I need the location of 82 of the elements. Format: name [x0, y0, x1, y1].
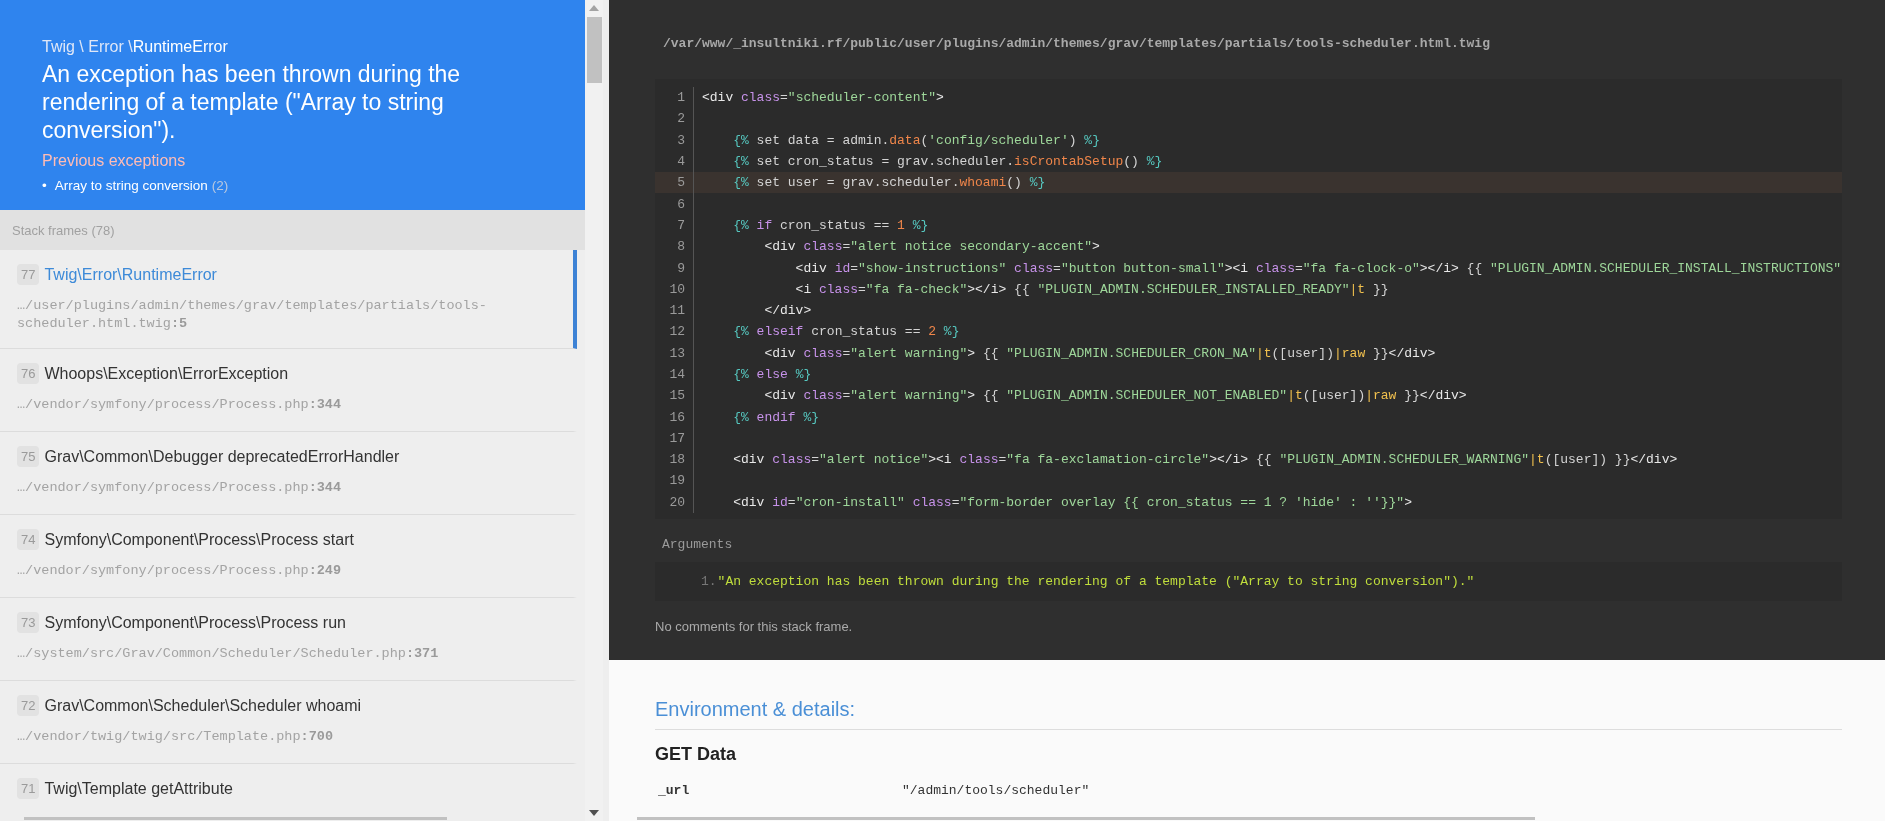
frame-title: Whoops\Exception\ErrorException [44, 364, 289, 383]
code-line: {% set cron_status = grav.scheduler.isCrontabSetup() %} [732, 154, 1163, 170]
comments-text: No comments for this stack frame. [655, 618, 854, 634]
data-key: _url [655, 783, 902, 798]
frame-file-path: …/vendor/symfony/process/Process.php:344 [17, 479, 343, 497]
stack-frame[interactable]: 76 Whoops\Exception\ErrorException …/vendor/symfony/process/Process.php:344 [0, 349, 577, 432]
frame-number: 74 [17, 529, 40, 550]
code-line: <div id="cron-install" class="form-border overlay {{ cron_status == 1 ? 'hide' : ''}}"> [732, 494, 1412, 510]
code-line: <div class="alert notice secondary-accent"> [763, 239, 1100, 255]
scrollbar-thumb[interactable] [586, 17, 602, 83]
argument-number: 1. [701, 573, 717, 589]
line-number: 9 [655, 257, 694, 279]
frame-title: Twig\Template getAttribute [44, 779, 233, 798]
code-line: <div id="show-instructions" class="button button-small"><i class="fa fa-clock-o"></i> {{ "PLUGIN_ADMIN.SCHEDULER_INSTALL_INSTRUCTIONS" [794, 260, 1842, 276]
line-number: 1 [655, 87, 694, 109]
code-line: {% set data = admin.data('config/scheduler') %} [732, 132, 1100, 148]
code-line: {% if cron_status == 1 %} [732, 217, 929, 233]
code-line: <div class="alert warning"> {{ "PLUGIN_ADMIN.SCHEDULER_NOT_ENABLED"|t([user])|raw }}</div> [763, 388, 1467, 404]
line-number: 2 [655, 108, 694, 130]
stack-frame[interactable]: 72 Grav\Common\Scheduler\Scheduler whoami …/vendor/twig/twig/src/Template.php:700 [0, 681, 577, 764]
arguments-label: Arguments [661, 536, 734, 552]
data-table-title: GET Data [655, 744, 738, 765]
code-line: {% elseif cron_status == 2 %} [732, 324, 960, 340]
line-number: 5 [655, 172, 694, 194]
line-number: 13 [655, 342, 694, 364]
frame-number: 75 [17, 446, 40, 467]
code-line: <div class="scheduler-content"> [701, 90, 944, 106]
stack-frame[interactable]: 75 Grav\Common\Debugger deprecatedErrorHandler …/vendor/symfony/process/Process.php:344 [0, 432, 577, 515]
line-number: 12 [655, 321, 694, 343]
code-line: {% else %} [732, 367, 812, 382]
scroll-down-icon[interactable] [589, 810, 599, 816]
horizontal-scrollbar-thumb[interactable] [24, 817, 447, 820]
line-number: 3 [655, 129, 694, 151]
line-number: 20 [655, 491, 694, 513]
line-number: 10 [655, 278, 694, 300]
line-number: 16 [655, 406, 694, 428]
line-number: 14 [655, 363, 694, 386]
previous-exception-count: (2) [211, 178, 229, 193]
frame-title: Grav\Common\Scheduler\Scheduler whoami [44, 696, 362, 715]
argument-value: "An exception has been thrown during the rendering of a template ("Array to string conversion")." [717, 573, 1475, 589]
frame-file-path: …/vendor/symfony/process/Process.php:249 [17, 562, 343, 580]
line-number: 18 [655, 449, 694, 471]
exception-message: An exception has been thrown during the rendering of a template ("Array to string conversion"). [42, 60, 462, 144]
frame-file-path: …/system/src/Grav/Common/Scheduler/Scheduler.php:371 [17, 645, 440, 663]
line-number: 15 [655, 385, 694, 407]
stack-frames-label: Stack frames (78) [12, 222, 115, 238]
frame-file-path: …/user/plugins/admin/themes/grav/templates/partials/tools-scheduler.html.twig:5 [17, 297, 488, 333]
frame-number: 76 [17, 363, 40, 384]
exception-namespace: Twig \ Error \ [42, 38, 133, 55]
line-number: 19 [655, 470, 694, 492]
frame-title: Symfony\Component\Process\Process run [44, 613, 346, 632]
frame-number: 72 [17, 695, 40, 716]
horizontal-scrollbar-thumb[interactable] [637, 817, 1535, 820]
line-number: 7 [655, 214, 694, 237]
stack-frame[interactable]: 73 Symfony\Component\Process\Process run …/system/src/Grav/Common/Scheduler/Scheduler.php:371 [0, 598, 577, 681]
code-line: </div> [763, 303, 812, 319]
code-line: {% set user = grav.scheduler.whoami() %} [732, 175, 1046, 191]
line-number: 8 [655, 236, 694, 258]
section-heading: Environment & details: [655, 698, 1842, 730]
line-number: 6 [655, 193, 694, 215]
line-number: 11 [655, 299, 694, 322]
stack-frame[interactable]: 74 Symfony\Component\Process\Process start …/vendor/symfony/process/Process.php:249 [0, 515, 577, 598]
data-value: "/admin/tools/scheduler" [902, 783, 1090, 798]
scroll-up-icon[interactable] [589, 5, 599, 11]
frame-title: Symfony\Component\Process\Process start [44, 530, 354, 549]
previous-exceptions-label: Previous exceptions [42, 152, 187, 170]
file-path: /var/www/_insultniki.rf/public/user/plugins/admin/themes/grav/templates/partials/tools-scheduler.html.twig [662, 36, 1491, 51]
line-number: 17 [655, 427, 694, 450]
exception-class: RuntimeError [132, 38, 228, 55]
frame-number: 77 [17, 264, 40, 285]
code-line: <i class="fa fa-check"></i> {{ "PLUGIN_ADMIN.SCHEDULER_INSTALLED_READY"|t }} [794, 281, 1389, 297]
frame-number: 71 [17, 778, 40, 799]
frame-title: Grav\Common\Debugger deprecatedErrorHandler [44, 447, 400, 466]
code-line: <div class="alert notice"><i class="fa fa-exclamation-circle"></i> {{ "PLUGIN_ADMIN.SCHEDULER_WARNING"|t([user]) }}</div> [732, 452, 1678, 468]
code-line: {% endif %} [732, 409, 820, 425]
bullet: • [42, 178, 47, 193]
frame-title: Twig\Error\RuntimeError [44, 265, 217, 284]
previous-exception-link[interactable]: Array to string conversion [54, 178, 208, 193]
frame-number: 73 [17, 612, 40, 633]
frame-file-path: …/vendor/symfony/process/Process.php:344 [17, 396, 343, 414]
code-line: <div class="alert warning"> {{ "PLUGIN_ADMIN.SCHEDULER_CRON_NA"|t([user])|raw }}</div> [763, 345, 1436, 361]
frame-file-path: …/vendor/twig/twig/src/Template.php:700 [17, 728, 334, 746]
